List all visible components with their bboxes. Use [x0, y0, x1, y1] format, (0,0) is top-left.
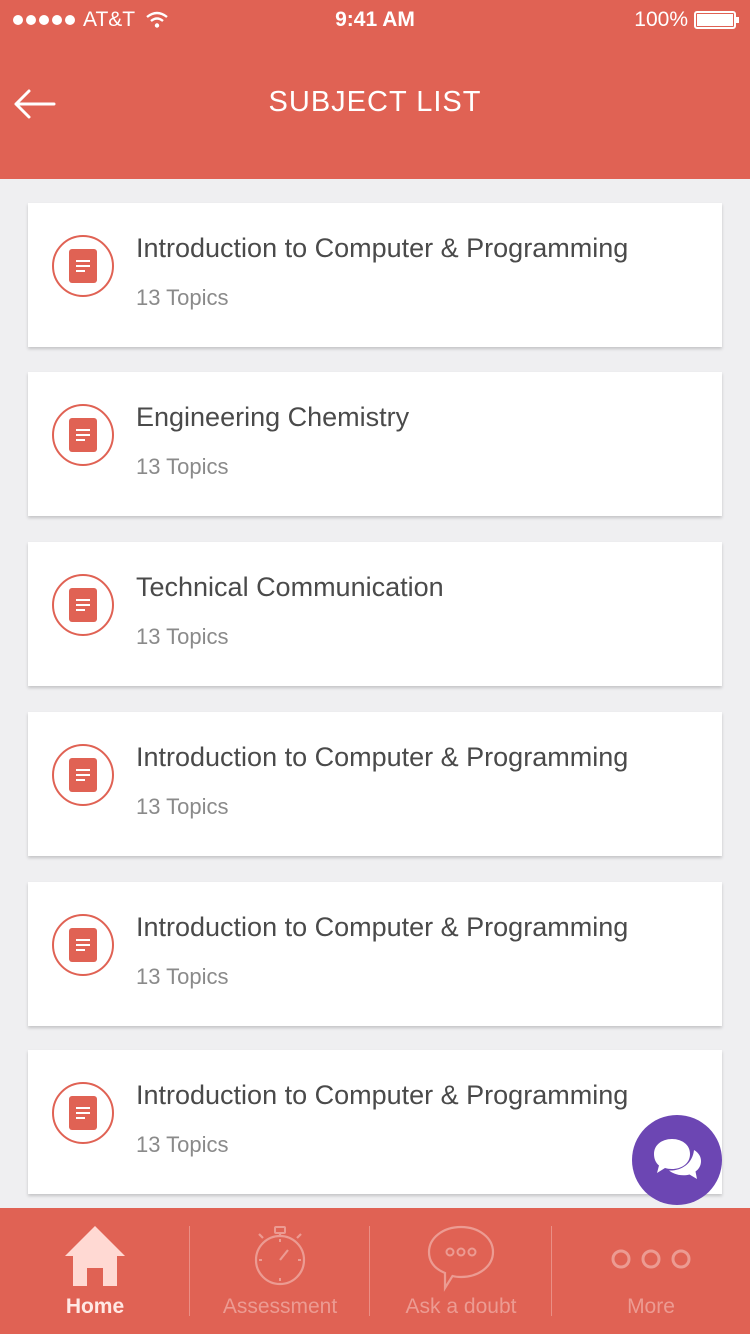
- tab-home[interactable]: Home: [0, 1208, 190, 1334]
- chat-bubbles-icon: [654, 1139, 701, 1179]
- tab-label: Home: [65, 1295, 125, 1318]
- topic-count: 13 Topics: [136, 1132, 229, 1157]
- speech-bubble-icon: [370, 1224, 552, 1292]
- topic-count: 13 Topics: [136, 624, 229, 649]
- battery-icon: [694, 11, 739, 29]
- home-icon: [0, 1224, 190, 1288]
- more-dots-icon: [552, 1224, 750, 1288]
- document-icon: [52, 574, 114, 636]
- status-right: 100%: [634, 8, 739, 32]
- subject-title: Introduction to Computer & Programming: [136, 912, 629, 942]
- topic-count: 13 Topics: [136, 964, 229, 989]
- document-icon: [52, 1082, 114, 1144]
- document-icon: [52, 404, 114, 466]
- chat-fab-button[interactable]: [632, 1115, 722, 1205]
- tab-label: More: [627, 1295, 675, 1318]
- tab-ask-a-doubt[interactable]: Ask a doubt: [370, 1208, 552, 1334]
- topic-count: 13 Topics: [136, 285, 229, 310]
- tab-assessment[interactable]: Assessment: [190, 1208, 370, 1334]
- tab-label: Ask a doubt: [405, 1295, 517, 1318]
- battery-percent: 100%: [634, 8, 688, 31]
- stopwatch-icon: [190, 1224, 370, 1288]
- subject-title: Engineering Chemistry: [136, 402, 410, 432]
- tab-label: Assessment: [222, 1295, 338, 1318]
- subject-title: Introduction to Computer & Programming: [136, 742, 629, 772]
- bottom-tab-bar: Home Assessment Ask a doubt More: [0, 1208, 750, 1334]
- page-title: SUBJECT LIST: [268, 86, 482, 118]
- subject-card[interactable]: Engineering Chemistry 13 Topics: [28, 372, 722, 516]
- subject-card[interactable]: Technical Communication 13 Topics: [28, 542, 722, 686]
- topic-count: 13 Topics: [136, 454, 229, 479]
- app-header: AT&T 9:41 AM 100% SUBJECT LIST: [0, 0, 750, 179]
- document-icon: [52, 914, 114, 976]
- subject-card[interactable]: Introduction to Computer & Programming 13…: [28, 1050, 722, 1194]
- topic-count: 13 Topics: [136, 794, 229, 819]
- status-bar: AT&T 9:41 AM 100%: [0, 0, 750, 40]
- subject-card[interactable]: Introduction to Computer & Programming 13…: [28, 203, 722, 347]
- subject-title: Introduction to Computer & Programming: [136, 233, 629, 263]
- subject-card[interactable]: Introduction to Computer & Programming 13…: [28, 882, 722, 1026]
- tab-more[interactable]: More: [552, 1208, 750, 1334]
- document-icon: [52, 235, 114, 297]
- subject-title: Technical Communication: [136, 572, 444, 602]
- subject-title: Introduction to Computer & Programming: [136, 1080, 629, 1110]
- subject-card[interactable]: Introduction to Computer & Programming 13…: [28, 712, 722, 856]
- document-icon: [52, 744, 114, 806]
